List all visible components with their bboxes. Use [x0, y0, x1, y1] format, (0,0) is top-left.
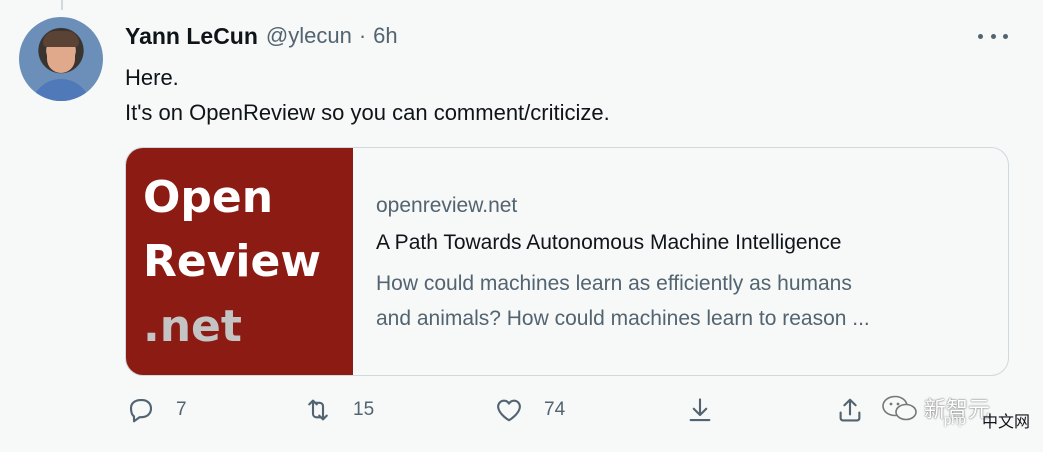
more-dot-icon — [990, 33, 996, 39]
retweet-icon — [308, 399, 328, 421]
share-button[interactable] — [835, 395, 865, 425]
tweet-text: Here. It's on OpenReview so you can comm… — [125, 60, 1005, 130]
thumb-line-net: .net — [143, 301, 242, 352]
download-button[interactable] — [685, 395, 715, 425]
tweet-text-line: It's on OpenReview so you can comment/cr… — [125, 100, 610, 125]
watermark: 新智元 — [880, 388, 990, 428]
download-icon — [689, 398, 711, 422]
reply-count: 7 — [176, 399, 187, 420]
share-icon — [839, 398, 861, 422]
card-title: A Path Towards Autonomous Machine Intell… — [376, 231, 842, 254]
watermark-php: php — [944, 412, 966, 427]
watermark-cn: 中文网 — [982, 412, 1031, 431]
thumb-line-review: Review — [143, 236, 321, 287]
avatar-hair — [43, 31, 79, 47]
retweet-count: 15 — [353, 399, 375, 420]
author-handle[interactable]: @ylecun — [266, 23, 352, 49]
card-description-line: How could machines learn as efficiently … — [376, 272, 852, 295]
tweet-text-line: Here. — [125, 65, 179, 90]
thumb-line-open: Open — [143, 172, 274, 223]
reply-icon — [129, 398, 153, 423]
like-icon — [497, 399, 521, 422]
thread-connector-line — [61, 0, 63, 10]
more-dot-icon — [978, 33, 983, 39]
more-options-button[interactable] — [978, 26, 1008, 46]
card-domain: openreview.net — [376, 194, 518, 217]
tweet-header: Yann LeCun @ylecun · 6h — [125, 21, 398, 51]
card-description-line: and animals? How could machines learn to… — [376, 307, 870, 330]
more-dot-icon — [1003, 33, 1008, 39]
avatar-shirt — [31, 79, 91, 101]
author-name[interactable]: Yann LeCun — [125, 23, 258, 50]
separator-dot: · — [358, 23, 367, 48]
openreview-logo-thumbnail: Open Review .net — [126, 148, 353, 375]
wechat-logo-icon — [882, 395, 917, 421]
avatar[interactable] — [19, 17, 103, 101]
tweet-timestamp[interactable]: 6h — [373, 23, 397, 49]
reply-button[interactable]: 7 — [126, 395, 187, 425]
retweet-button[interactable]: 15 — [303, 395, 374, 425]
like-count: 74 — [544, 399, 566, 420]
like-button[interactable]: 74 — [494, 395, 565, 425]
link-preview-card[interactable]: Open Review .net openreview.net A Path T… — [125, 147, 1009, 376]
card-description: How could machines learn as efficiently … — [376, 266, 996, 336]
